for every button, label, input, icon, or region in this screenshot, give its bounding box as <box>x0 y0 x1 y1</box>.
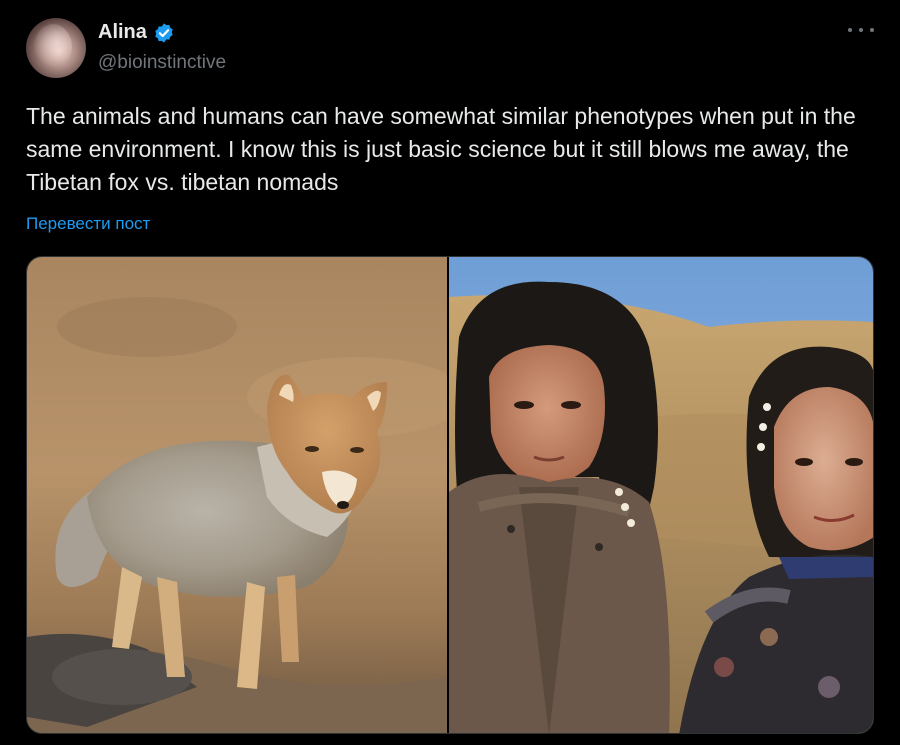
post-text: The animals and humans can have somewhat… <box>26 103 856 195</box>
verified-badge-icon <box>155 22 173 43</box>
author-name-row: Alina <box>98 21 175 44</box>
author-handle[interactable]: @bioinstinctive <box>98 52 226 74</box>
more-options-icon[interactable] <box>848 20 874 40</box>
tweet-post: Alina @bioinstinctive The animals and hu… <box>0 0 900 745</box>
translate-post-link[interactable]: Перевести пост <box>26 214 150 234</box>
author-name[interactable]: Alina <box>98 21 147 44</box>
media-grid <box>26 256 874 734</box>
tibetan-nomad-children-photo[interactable] <box>449 257 873 733</box>
tibetan-fox-photo[interactable] <box>27 257 447 733</box>
avatar[interactable] <box>26 18 86 78</box>
